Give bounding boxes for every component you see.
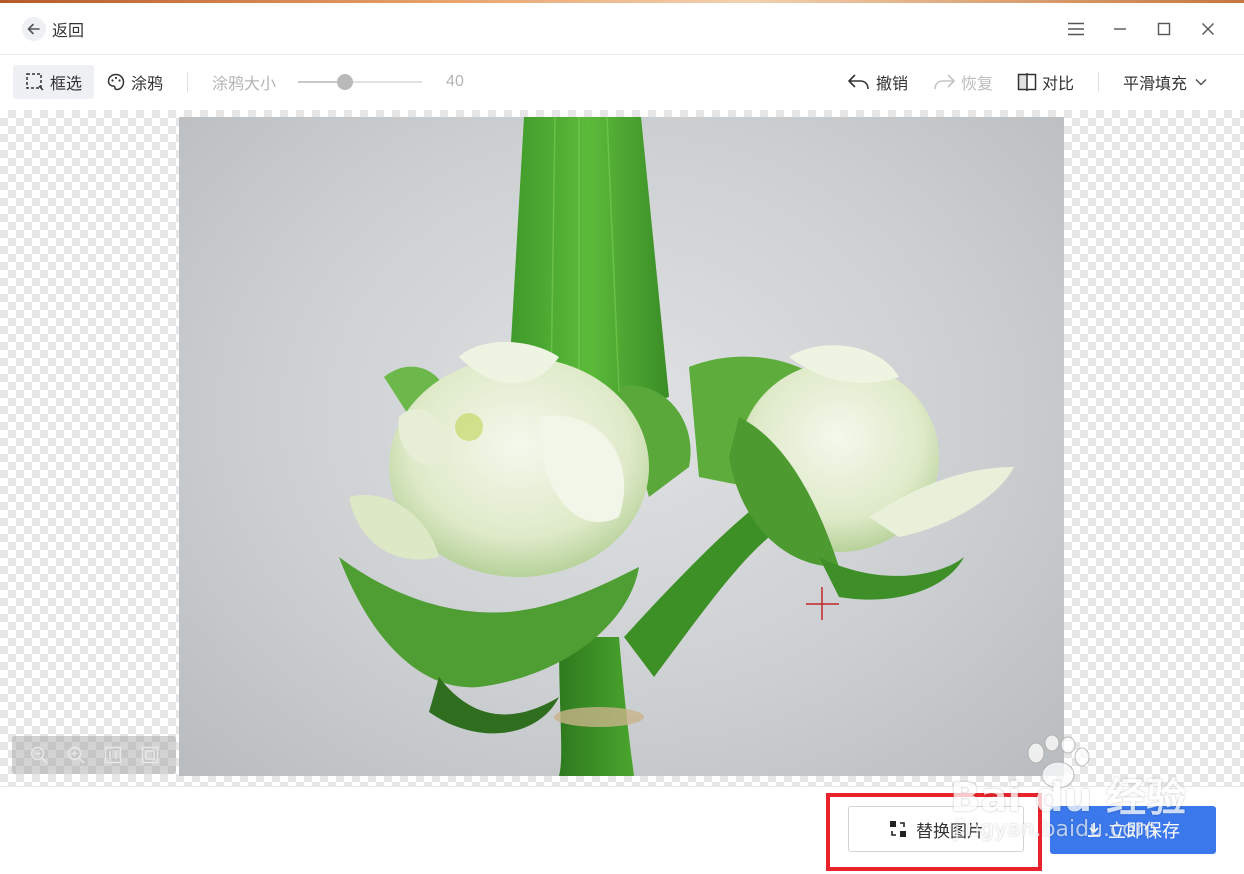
brush-size-label: 涂鸦大小 [212, 76, 277, 93]
actual-size-button[interactable] [101, 743, 125, 767]
select-tool-label: 框选 [50, 76, 83, 93]
lotus-illustration [339, 117, 1014, 776]
window-controls [1054, 7, 1230, 51]
marquee-select-icon [26, 73, 44, 91]
zoom-in-button[interactable] [64, 743, 88, 767]
canvas-area[interactable] [0, 110, 1244, 786]
zoom-out-icon [30, 746, 48, 764]
close-button[interactable] [1186, 7, 1230, 51]
brush-size-value: 40 [446, 73, 464, 90]
save-now-label: 立即保存 [1108, 821, 1180, 841]
actual-size-icon [104, 746, 121, 764]
lotus-photo [179, 117, 1064, 776]
undo-button[interactable]: 撤销 [835, 65, 920, 99]
zoom-in-icon [67, 746, 85, 764]
replace-image-label: 替换图片 [916, 821, 984, 841]
download-icon [1088, 823, 1100, 837]
undo-icon [848, 74, 869, 90]
minimize-icon [1114, 27, 1126, 30]
toolbar-divider [1097, 72, 1099, 92]
compare-button[interactable]: 对比 [1005, 65, 1086, 99]
maximize-icon [1157, 22, 1171, 35]
fit-screen-button[interactable] [138, 743, 162, 767]
bottom-action-bar: 替换图片 立即保存 [0, 786, 1244, 874]
toolbar-divider [187, 72, 189, 92]
replace-image-button[interactable]: 替换图片 [848, 806, 1024, 852]
fit-screen-icon [141, 746, 158, 764]
save-now-button[interactable]: 立即保存 [1050, 806, 1216, 854]
close-icon [1202, 22, 1214, 35]
chevron-down-icon [1195, 78, 1207, 86]
brush-size-slider[interactable] [298, 73, 423, 91]
brush-tool-button[interactable]: 涂鸦 [94, 65, 175, 99]
back-arrow-icon [22, 16, 46, 41]
minimize-button[interactable] [1098, 7, 1142, 51]
palette-icon [107, 73, 125, 91]
redo-icon [934, 74, 955, 90]
maximize-button[interactable] [1142, 7, 1186, 51]
redo-button[interactable]: 恢复 [920, 65, 1005, 99]
fill-mode-label: 平滑填充 [1122, 76, 1187, 93]
back-button[interactable]: 返回 [22, 16, 85, 41]
compare-icon [1017, 73, 1037, 91]
back-label: 返回 [52, 22, 85, 40]
hamburger-menu-icon [1068, 22, 1084, 35]
select-tool-button[interactable]: 框选 [13, 65, 95, 99]
fill-mode-dropdown[interactable]: 平滑填充 [1111, 65, 1224, 99]
zoom-out-button[interactable] [27, 743, 51, 767]
redo-label: 恢复 [960, 76, 993, 93]
zoom-controls [12, 736, 176, 774]
compare-label: 对比 [1041, 76, 1074, 93]
brush-tool-label: 涂鸦 [131, 76, 164, 93]
menu-button[interactable] [1054, 7, 1098, 51]
edit-toolbar: 框选 涂鸦 涂鸦大小 40 撤销 恢复 对比 平滑填充 [0, 56, 1244, 108]
undo-label: 撤销 [875, 76, 908, 93]
title-bar: 返回 [0, 3, 1244, 55]
replace-image-icon [890, 821, 906, 837]
slider-thumb[interactable] [337, 74, 354, 90]
